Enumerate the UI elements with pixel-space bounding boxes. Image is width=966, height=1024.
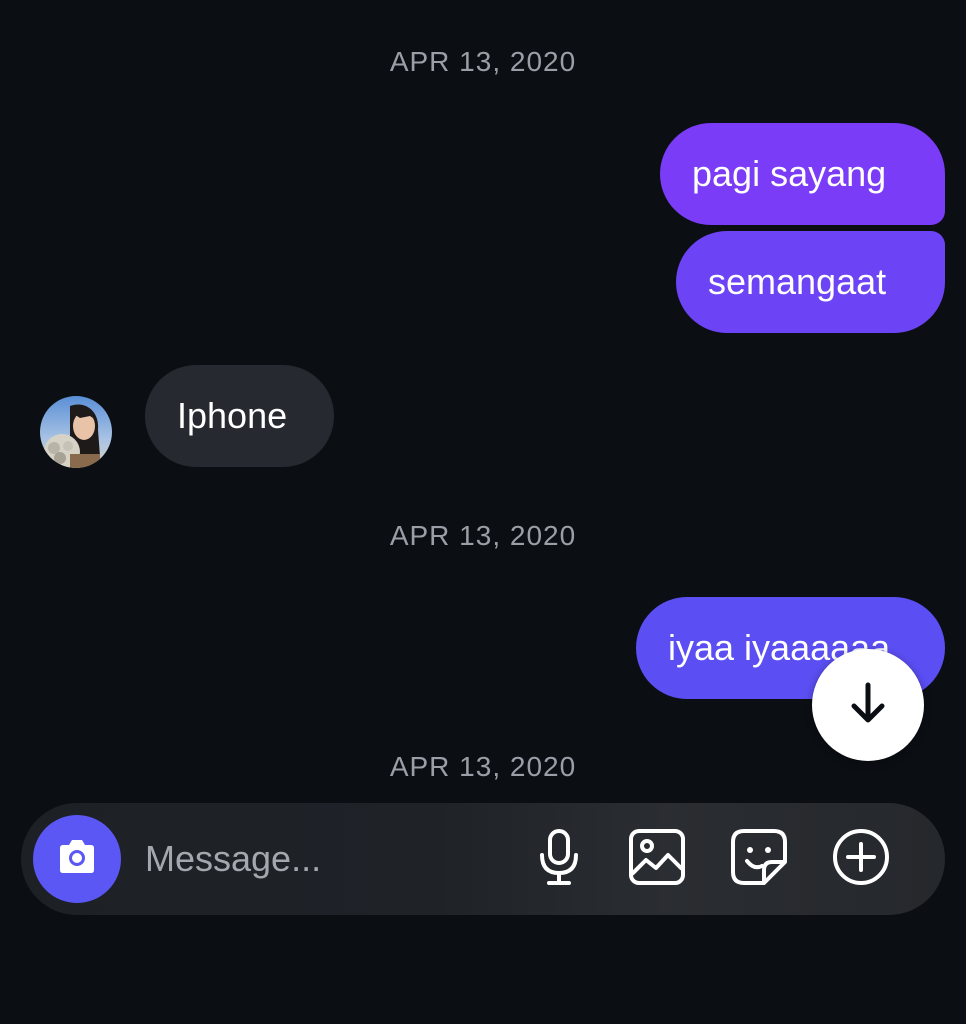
date-separator: APR 13, 2020 [389,46,577,77]
dm-thread-screen: APR 13, 2020 pagi sayang semangaat Iphon… [0,0,966,1024]
date-separator: APR 13, 2020 [389,520,577,551]
incoming-message-bubble[interactable]: Iphone [145,365,334,467]
sticker-button[interactable] [729,828,789,891]
gallery-button[interactable] [627,828,687,891]
more-options-button[interactable] [831,827,891,892]
camera-icon [52,832,102,887]
microphone-icon [533,827,585,892]
camera-button[interactable] [33,815,121,903]
message-input[interactable] [145,831,505,887]
message-composer [21,803,945,915]
gallery-icon [628,828,686,891]
outgoing-message-bubble[interactable]: pagi sayang [660,123,945,225]
voice-message-button[interactable] [529,827,589,892]
plus-circle-icon [831,827,891,892]
date-separator: APR 13, 2020 [389,751,577,782]
outgoing-message-bubble[interactable]: semangaat [676,231,945,333]
arrow-down-icon [844,679,892,732]
scroll-to-bottom-button[interactable] [812,649,924,761]
contact-avatar[interactable] [40,396,112,468]
sticker-icon [730,828,788,891]
